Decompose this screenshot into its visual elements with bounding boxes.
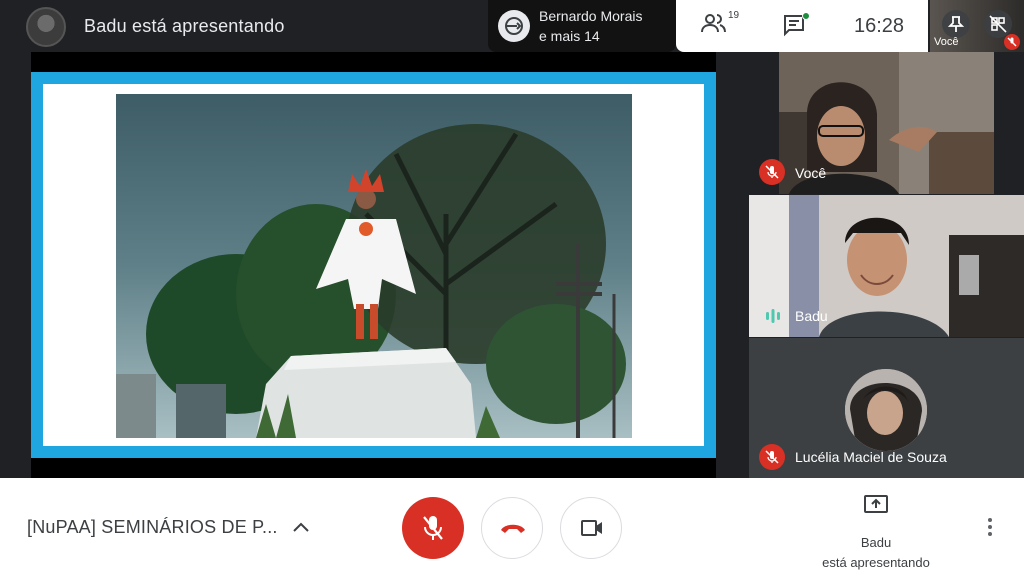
tile-name-badu: Badu [795, 308, 828, 324]
presentation-stage [31, 52, 716, 478]
presenter-title: Badu está apresentando [84, 16, 285, 36]
slide-photo [116, 94, 632, 438]
bottom-control-bar: [NuPAA] SEMINÁRIOS DE P... Badu está apr… [0, 478, 1024, 576]
self-preview[interactable]: Você [930, 0, 1024, 52]
participant-video-badu [749, 195, 1024, 337]
mic-off-icon [423, 516, 443, 540]
videocam-icon [581, 520, 602, 536]
joined-notification[interactable]: Bernardo Morais e mais 14 [488, 0, 676, 52]
joined-name: Bernardo Morais [539, 8, 643, 24]
self-preview-label: Você [934, 36, 959, 48]
present-now-button[interactable]: Badu está apresentando [798, 490, 954, 570]
chat-unread-dot [802, 12, 810, 20]
present-screen-icon [864, 495, 888, 513]
joined-notification-icon [498, 10, 530, 42]
mic-off-icon [1007, 37, 1017, 47]
mic-off-icon [765, 165, 779, 179]
tile-name-self: Você [795, 165, 827, 181]
presenter-avatar [26, 7, 66, 47]
pin-icon [947, 16, 965, 32]
mic-off-icon [765, 450, 779, 464]
top-bar: Badu está apresentando Bernardo Morais e… [0, 0, 1024, 52]
present-status-text: está apresentando [822, 555, 930, 570]
joined-others: e mais 14 [539, 28, 600, 44]
lucelia-mute-badge [759, 444, 785, 470]
participant-tile-lucelia[interactable]: Lucélia Maciel de Souza [749, 338, 1024, 478]
camera-toggle-button[interactable] [560, 497, 622, 559]
meeting-info-panel: 19 16:28 [676, 0, 928, 52]
meeting-title[interactable]: [NuPAA] SEMINÁRIOS DE P... [27, 517, 278, 538]
participant-avatar-lucelia [845, 369, 927, 451]
participant-video-self [779, 52, 994, 194]
people-icon [701, 14, 726, 33]
presentation-slide [31, 72, 716, 458]
more-vert-icon [988, 518, 992, 522]
self-preview-mute-badge [1004, 34, 1020, 50]
present-status-name: Badu [860, 535, 892, 550]
participant-tile-badu[interactable]: Badu [749, 195, 1024, 337]
chat-button[interactable] [782, 12, 810, 41]
tile-name-lucelia: Lucélia Maciel de Souza [795, 449, 947, 465]
people-count: 19 [728, 10, 740, 21]
speaking-icon [766, 309, 780, 323]
clock: 16:28 [854, 15, 905, 37]
people-button[interactable]: 19 [700, 10, 740, 42]
call-end-icon [501, 524, 525, 533]
speaking-indicator [759, 302, 785, 328]
microphone-toggle-button[interactable] [402, 497, 464, 559]
leave-call-button[interactable] [481, 497, 543, 559]
pin-button[interactable] [942, 10, 970, 38]
self-mute-badge [759, 159, 785, 185]
participant-tile-self[interactable]: Você [749, 52, 1024, 194]
chevron-up-icon[interactable] [292, 520, 310, 534]
slide-canvas [43, 84, 704, 446]
more-options-button[interactable] [980, 516, 1000, 540]
